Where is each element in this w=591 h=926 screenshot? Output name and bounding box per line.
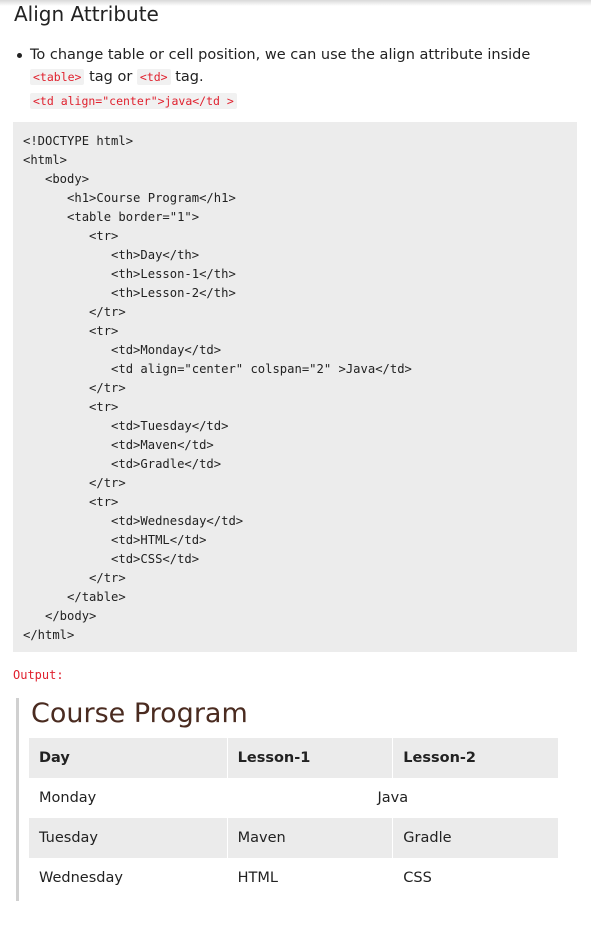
code-line: <td>Wednesday</td> xyxy=(23,514,244,528)
table-header-cell: Lesson-2 xyxy=(392,738,559,778)
table-header-row: Day Lesson-1 Lesson-2 xyxy=(29,738,559,778)
code-line: <td>Gradle</td> xyxy=(23,457,222,471)
table-cell: Tuesday xyxy=(29,818,228,858)
code-line: <tr> xyxy=(23,324,119,338)
code-line: <td>HTML</td> xyxy=(23,533,207,547)
inline-code-td: <td> xyxy=(136,69,171,85)
output-label: Output: xyxy=(13,668,64,682)
table-cell: Gradle xyxy=(392,818,559,858)
example-line: <td align="center">java</td > xyxy=(30,90,237,109)
bullet-text-1: To change table or cell position, we can… xyxy=(30,47,531,63)
code-line: <th>Lesson-1</th> xyxy=(23,267,236,281)
table-cell: Wednesday xyxy=(29,858,228,898)
code-line: <tr> xyxy=(23,495,119,509)
bullet-text-3: tag. xyxy=(170,69,204,85)
output-title: Course Program xyxy=(31,698,248,729)
code-line: </table> xyxy=(23,590,126,604)
code-line: </tr> xyxy=(23,305,126,319)
table-row: Tuesday Maven Gradle xyxy=(29,818,559,858)
table-header-cell: Lesson-1 xyxy=(227,738,394,778)
code-line: <td align="center" colspan="2" >Java</td… xyxy=(23,362,412,376)
table-cell: CSS xyxy=(392,858,559,898)
table-row: Monday Java xyxy=(29,778,560,818)
table-cell-centered: Java xyxy=(227,778,560,818)
bullet-dot-icon xyxy=(17,53,22,58)
code-line: <td>CSS</td> xyxy=(23,552,200,566)
section-heading: Align Attribute xyxy=(14,2,159,26)
code-line: <body> xyxy=(23,172,90,186)
table-row: Wednesday HTML CSS xyxy=(29,858,559,898)
output-table: Day Lesson-1 Lesson-2 Monday Java Tuesda… xyxy=(29,738,560,898)
bullet-text-2: tag or xyxy=(84,69,137,85)
output-frame: Course Program Day Lesson-1 Lesson-2 Mon… xyxy=(16,698,576,901)
code-line: <td>Tuesday</td> xyxy=(23,419,229,433)
code-line: </tr> xyxy=(23,381,126,395)
code-line: <!DOCTYPE html> xyxy=(23,134,134,148)
code-line: <td>Monday</td> xyxy=(23,343,222,357)
code-line: <html> xyxy=(23,153,68,167)
code-line: <td>Maven</td> xyxy=(23,438,214,452)
bullet-list: To change table or cell position, we can… xyxy=(14,44,579,88)
code-line: <tr> xyxy=(23,229,119,243)
inline-code-table: <table> xyxy=(30,69,85,85)
code-line: </html> xyxy=(23,628,75,642)
code-line: <th>Lesson-2</th> xyxy=(23,286,236,300)
table-cell: Maven xyxy=(227,818,394,858)
code-line: </tr> xyxy=(23,476,126,490)
example-code: <td align="center">java</td > xyxy=(30,93,237,109)
table-cell: Monday xyxy=(29,778,228,818)
code-line: <table border="1"> xyxy=(23,210,200,224)
code-line: <tr> xyxy=(23,400,119,414)
table-header-cell: Day xyxy=(29,738,228,778)
bullet-item: To change table or cell position, we can… xyxy=(14,44,579,88)
code-line: </tr> xyxy=(23,571,126,585)
code-line: <th>Day</th> xyxy=(23,248,200,262)
code-line: </body> xyxy=(23,609,97,623)
code-block: <!DOCTYPE html> <html> <body> <h1>Course … xyxy=(13,122,577,652)
table-cell: HTML xyxy=(227,858,394,898)
code-line: <h1>Course Program</h1> xyxy=(23,191,236,205)
